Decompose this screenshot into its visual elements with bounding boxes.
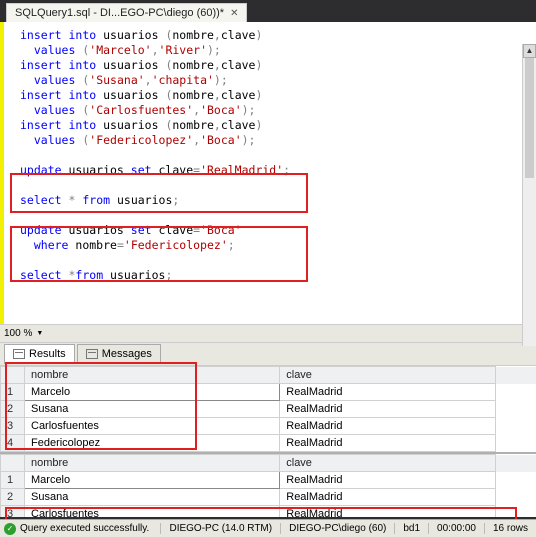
grid-icon <box>13 349 25 359</box>
table-row: 3CarlosfuentesRealMadrid <box>1 506 536 518</box>
status-time: 00:00:00 <box>428 523 484 534</box>
sql-editor[interactable]: insert into usuarios (nombre,clave) valu… <box>0 22 536 324</box>
results-pane: nombreclave 1MarceloRealMadrid 2SusanaRe… <box>0 366 536 517</box>
tab-bar: SQLQuery1.sql - DI...EGO-PC\diego (60))*… <box>0 0 536 22</box>
messages-tab[interactable]: Messages <box>77 344 161 364</box>
message-icon <box>86 349 98 359</box>
result-grid-1[interactable]: nombreclave 1MarceloRealMadrid 2SusanaRe… <box>0 366 536 454</box>
scroll-up-icon[interactable]: ▲ <box>523 44 536 58</box>
file-tab[interactable]: SQLQuery1.sql - DI...EGO-PC\diego (60))*… <box>6 3 247 22</box>
code-content: insert into usuarios (nombre,clave) valu… <box>20 28 536 283</box>
status-db: bd1 <box>394 523 428 534</box>
col-nombre[interactable]: nombre <box>25 455 280 472</box>
status-bar: ✓ Query executed successfully. DIEGO-PC … <box>0 519 536 537</box>
tab-title: SQLQuery1.sql - DI...EGO-PC\diego (60))* <box>15 7 224 19</box>
results-tabs: Results Messages <box>0 342 536 366</box>
zoom-dropdown-icon[interactable]: ▼ <box>36 330 43 337</box>
zoom-bar: 100 % ▼ <box>0 324 536 342</box>
scroll-thumb[interactable] <box>525 58 534 178</box>
status-server: DIEGO-PC (14.0 RTM) <box>160 523 280 534</box>
table-row: 3CarlosfuentesRealMadrid <box>1 418 536 435</box>
table-row: 2SusanaRealMadrid <box>1 489 536 506</box>
table-row: 1MarceloRealMadrid <box>1 472 536 489</box>
close-icon[interactable]: ✕ <box>230 8 238 19</box>
vertical-scrollbar[interactable]: ▲ <box>522 44 536 346</box>
result-grid-2[interactable]: nombreclave 1MarceloRealMadrid 2SusanaRe… <box>0 454 536 517</box>
zoom-level[interactable]: 100 % <box>4 328 32 339</box>
status-message: Query executed successfully. <box>20 523 160 534</box>
modified-gutter <box>0 22 4 324</box>
status-user: DIEGO-PC\diego (60) <box>280 523 394 534</box>
success-icon: ✓ <box>4 523 16 535</box>
col-clave[interactable]: clave <box>280 455 495 472</box>
table-row: 1MarceloRealMadrid <box>1 384 536 401</box>
col-nombre[interactable]: nombre <box>25 367 280 384</box>
table-row: 4FedericolopezRealMadrid <box>1 435 536 452</box>
col-clave[interactable]: clave <box>280 367 495 384</box>
results-tab[interactable]: Results <box>4 344 75 364</box>
status-rows: 16 rows <box>484 523 536 534</box>
table-row: 2SusanaRealMadrid <box>1 401 536 418</box>
